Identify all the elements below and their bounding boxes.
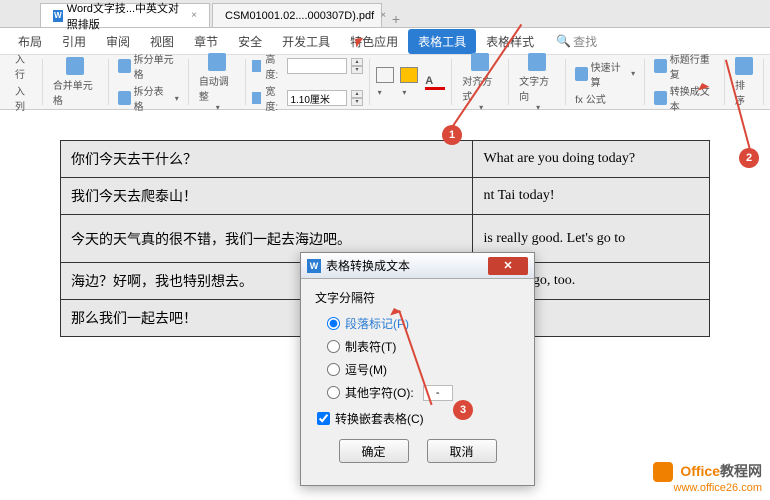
ribbon-tab-developer[interactable]: 开发工具 <box>272 29 340 54</box>
text-direction-group: 文字方向▾ <box>509 59 566 105</box>
insert-group: 入行 入列 <box>6 59 43 105</box>
dialog-title-text: 表格转换成文本 <box>326 257 410 274</box>
dialog-body: 文字分隔符 段落标记(P) 制表符(T) 逗号(M) 其他字符(O): 转换嵌套… <box>301 279 534 485</box>
row-height-icon <box>252 60 262 72</box>
merge-group: 合并单元格 <box>43 59 109 105</box>
radio-paragraph-input[interactable] <box>327 317 340 330</box>
radio-comma-input[interactable] <box>327 363 340 376</box>
watermark: Office教程网 www.office26.com <box>653 461 762 494</box>
merge-cells-button[interactable]: 合并单元格 <box>49 55 102 109</box>
nested-checkbox[interactable] <box>317 412 330 425</box>
calc-icon <box>575 67 587 81</box>
split-cells-icon <box>118 59 131 73</box>
insert-row-button[interactable]: 入行 <box>12 50 36 82</box>
formula-button[interactable]: fx 公式 <box>572 90 609 107</box>
repeat-header-icon <box>654 59 667 73</box>
cell-en[interactable]: nt Tai today! <box>473 178 710 215</box>
dimensions-group: 高度: ▴▾ 宽度: ▴▾ <box>246 59 370 105</box>
font-color-button[interactable]: A <box>425 75 445 90</box>
brand-text-prefix: Office <box>680 463 720 479</box>
repeat-header-button[interactable]: 标题行重复 <box>651 50 718 82</box>
height-stepper[interactable]: ▴▾ <box>351 58 362 74</box>
split-table-button[interactable]: 拆分表格▾ <box>115 82 182 114</box>
split-table-icon <box>118 91 131 105</box>
border-button[interactable]: ▾ <box>376 67 397 98</box>
chevron-down-icon: ▾ <box>175 94 179 103</box>
quick-calc-button[interactable]: 快速计算▾ <box>572 58 638 90</box>
callout-badge-1: 1 <box>442 125 462 145</box>
chevron-down-icon: ▾ <box>536 103 540 112</box>
convert-icon <box>654 91 667 105</box>
radio-other-input[interactable] <box>327 386 340 399</box>
chevron-down-icon: ▾ <box>402 88 406 97</box>
text-direction-button[interactable]: 文字方向▾ <box>515 51 559 114</box>
add-tab-button[interactable]: + <box>384 11 408 27</box>
insert-col-button[interactable]: 入列 <box>12 82 36 114</box>
ribbon-toolbar: 入行 入列 合并单元格 拆分单元格 拆分表格▾ 自动调整▾ 高度: ▴▾ 宽度:… <box>0 54 770 110</box>
cell-zh[interactable]: 我们今天去爬泰山！ <box>61 178 473 215</box>
dialog-close-button[interactable]: ✕ <box>488 257 528 275</box>
auto-adjust-button[interactable]: 自动调整▾ <box>195 51 239 114</box>
cell-en[interactable]: What are you doing today? <box>473 141 710 178</box>
split-cells-button[interactable]: 拆分单元格 <box>115 50 182 82</box>
sort-icon <box>735 57 753 75</box>
fill-color-button[interactable]: ▾ <box>400 67 421 98</box>
brand-icon <box>653 462 673 482</box>
chevron-down-icon: ▾ <box>378 88 382 97</box>
search-box[interactable]: 🔍 查找 <box>556 33 597 50</box>
table-row: 你们今天去干什么？What are you doing today? <box>61 141 710 178</box>
text-direction-icon <box>528 53 546 71</box>
word-doc-icon: W <box>307 259 321 273</box>
close-icon[interactable]: × <box>191 10 197 21</box>
dialog-button-row: 确定 取消 <box>315 429 520 475</box>
align-icon <box>471 53 489 71</box>
radio-paragraph[interactable]: 段落标记(P) <box>315 312 520 335</box>
check-nested-tables[interactable]: 转换嵌套表格(C) <box>315 404 520 429</box>
separator-group-label: 文字分隔符 <box>315 289 520 306</box>
border-icon <box>376 67 394 83</box>
document-tab-bar: W Word文字技...中英文对照排版 × CSM01001.02....000… <box>0 0 770 28</box>
height-input[interactable] <box>287 58 347 74</box>
callout-badge-2: 2 <box>739 148 759 168</box>
brand-url: www.office26.com <box>653 482 762 494</box>
height-label: 高度: <box>265 51 283 81</box>
table-row: 我们今天去爬泰山！nt Tai today! <box>61 178 710 215</box>
document-tab-1[interactable]: W Word文字技...中英文对照排版 × <box>40 3 210 27</box>
ok-button[interactable]: 确定 <box>339 439 409 463</box>
word-doc-icon: W <box>53 10 63 22</box>
brand-text-suffix: 教程网 <box>720 463 762 479</box>
chevron-down-icon: ▾ <box>479 103 483 112</box>
radio-tab[interactable]: 制表符(T) <box>315 335 520 358</box>
chevron-down-icon: ▾ <box>631 69 635 78</box>
cell-zh[interactable]: 你们今天去干什么？ <box>61 141 473 178</box>
width-label: 宽度: <box>265 83 283 113</box>
radio-tab-input[interactable] <box>327 340 340 353</box>
search-icon: 🔍 <box>556 34 571 48</box>
autofit-group: 自动调整▾ <box>189 59 246 105</box>
formula-group: 快速计算▾ fx 公式 <box>566 59 645 105</box>
search-label: 查找 <box>573 33 597 50</box>
font-color-swatch <box>425 87 445 90</box>
col-width-icon <box>252 92 262 104</box>
fill-icon <box>400 67 418 83</box>
data-group: 标题行重复 转换成文本 <box>645 59 725 105</box>
tab-label: Word文字技...中英文对照排版 <box>67 0 185 32</box>
radio-other[interactable]: 其他字符(O): <box>315 381 520 404</box>
chevron-down-icon: ▾ <box>216 103 220 112</box>
width-stepper[interactable]: ▴▾ <box>351 90 362 106</box>
document-tab-2[interactable]: CSM01001.02....000307D).pdf × <box>212 3 382 27</box>
callout-badge-3: 3 <box>453 400 473 420</box>
autofit-icon <box>208 53 226 71</box>
cancel-button[interactable]: 取消 <box>427 439 497 463</box>
dialog-titlebar[interactable]: W 表格转换成文本 ✕ <box>301 253 534 279</box>
split-group: 拆分单元格 拆分表格▾ <box>109 59 189 105</box>
border-fill-group: ▾ ▾ A <box>370 59 453 105</box>
merge-icon <box>66 57 84 75</box>
ribbon-tab-references[interactable]: 引用 <box>52 29 96 54</box>
width-input[interactable] <box>287 90 347 106</box>
tab-label: CSM01001.02....000307D).pdf <box>225 10 374 22</box>
